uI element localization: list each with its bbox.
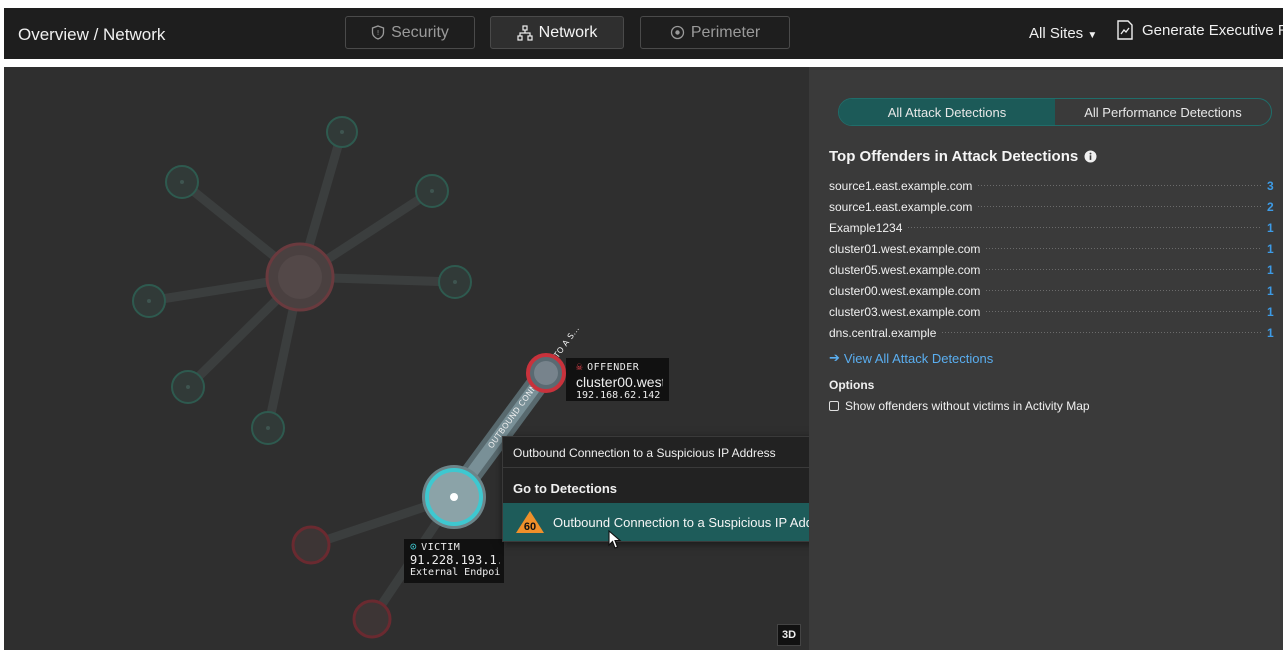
victim-sub: External Endpoi... <box>410 567 500 579</box>
detection-link-row[interactable]: 60 Outbound Connection to a Suspicious I… <box>503 503 809 541</box>
tab-security-label: Security <box>391 23 449 41</box>
offender-host: cluster00.west- <box>576 373 663 390</box>
tab-security[interactable]: ! Security <box>345 16 475 49</box>
leader-dots <box>942 332 1261 333</box>
victim-host: 91.228.193.1... <box>410 553 500 567</box>
toggle-attack-detections[interactable]: All Attack Detections <box>839 99 1055 125</box>
svg-text:60: 60 <box>524 521 536 533</box>
offender-tag[interactable]: ☠ OFFENDER cluster00.west- 192.168.62.142 <box>566 358 669 401</box>
tab-perimeter-label: Perimeter <box>690 23 761 41</box>
offender-row[interactable]: source1.east.example.com 3 <box>829 175 1274 196</box>
breadcrumb[interactable]: Overview / Network <box>18 25 165 45</box>
leader-dots <box>986 248 1261 249</box>
leader-dots <box>986 269 1261 270</box>
offender-count[interactable]: 1 <box>1267 305 1274 319</box>
detections-panel: All Attack Detections All Performance De… <box>809 67 1283 650</box>
generate-report-button[interactable]: Generate Executive Rep <box>1116 20 1283 40</box>
offender-name[interactable]: cluster05.west.example.com <box>829 262 985 277</box>
offender-count[interactable]: 1 <box>1267 221 1274 235</box>
detection-link-label: Outbound Connection to a Suspicious IP A… <box>553 515 809 530</box>
tab-network[interactable]: Network <box>490 16 624 49</box>
network-icon <box>517 24 533 41</box>
info-icon[interactable] <box>1084 150 1097 163</box>
offender-ip: 192.168.62.142 <box>576 389 661 401</box>
show-offenders-checkbox[interactable] <box>829 401 839 411</box>
top-bar: Overview / Network ! Security Network Pe… <box>0 0 1283 67</box>
risk-score-badge: 60 <box>516 511 544 533</box>
offender-row[interactable]: Example1234 1 <box>829 217 1274 238</box>
site-selector-label: All Sites <box>1029 25 1084 42</box>
show-offenders-option[interactable]: Show offenders without victims in Activi… <box>829 399 1090 413</box>
offender-count[interactable]: 2 <box>1267 200 1274 214</box>
offender-count[interactable]: 1 <box>1267 263 1274 277</box>
offender-row[interactable]: cluster00.west.example.com 1 <box>829 280 1274 301</box>
offender-kind: OFFENDER <box>587 361 640 373</box>
toggle-performance-detections[interactable]: All Performance Detections <box>1055 99 1271 125</box>
offender-count[interactable]: 1 <box>1267 242 1274 256</box>
activity-map[interactable]: OUTBOUND CONNECTION TO A S... ☠OFFENDER … <box>4 67 809 650</box>
leader-dots <box>978 185 1261 186</box>
offender-name[interactable]: Example1234 <box>829 220 907 235</box>
mouse-cursor-icon <box>608 530 622 549</box>
detection-popup: Outbound Connection to a Suspicious IP A… <box>502 436 809 542</box>
leader-dots <box>986 311 1261 312</box>
offender-row[interactable]: cluster01.west.example.com 1 <box>829 238 1274 259</box>
offender-count[interactable]: 1 <box>1267 284 1274 298</box>
tab-perimeter[interactable]: Perimeter <box>640 16 790 49</box>
leader-dots <box>908 227 1261 228</box>
generate-report-label: Generate Executive Rep <box>1142 21 1283 39</box>
report-icon <box>1117 20 1133 40</box>
offender-name[interactable]: cluster01.west.example.com <box>829 241 985 256</box>
site-selector[interactable]: All Sites ▼ <box>1029 25 1097 42</box>
top-offenders-title: Top Offenders in Attack Detections <box>829 148 1079 165</box>
offenders-list: source1.east.example.com 3 source1.east.ex… <box>829 175 1274 343</box>
leader-dots <box>978 206 1261 207</box>
popup-title: Outbound Connection to a Suspicious IP A… <box>513 446 776 460</box>
shield-icon: ! <box>371 25 385 40</box>
arrow-right-icon: ➔ <box>829 350 840 365</box>
caret-down-icon: ▼ <box>1087 30 1098 41</box>
offender-name[interactable]: source1.east.example.com <box>829 199 977 214</box>
faded-offender-node <box>352 599 392 639</box>
target-icon: ⊙ <box>410 540 418 553</box>
top-offenders-heading: Top Offenders in Attack Detections <box>829 148 1097 165</box>
popup-divider <box>503 467 809 468</box>
offender-count[interactable]: 1 <box>1267 326 1274 340</box>
victim-tag[interactable]: ⊙VICTIM 91.228.193.1... External Endpoi.… <box>404 539 504 583</box>
show-offenders-label: Show offenders without victims in Activi… <box>845 399 1090 413</box>
offender-count[interactable]: 3 <box>1267 179 1274 193</box>
header: Overview / Network ! Security Network Pe… <box>4 8 1283 59</box>
offender-name[interactable]: cluster03.west.example.com <box>829 304 985 319</box>
view-all-label: View All Attack Detections <box>843 350 994 366</box>
leader-dots <box>986 290 1261 291</box>
faded-offender-node <box>291 525 331 565</box>
detection-type-toggle: All Attack Detections All Performance De… <box>838 98 1272 126</box>
toggle-3d-button[interactable]: 3D <box>777 624 801 646</box>
view-all-attack-detections-link[interactable]: ➔ View All Attack Detections <box>829 350 993 366</box>
offender-row[interactable]: cluster05.west.example.com 1 <box>829 259 1274 280</box>
offender-row[interactable]: dns.central.example 1 <box>829 322 1274 343</box>
tab-network-label: Network <box>538 23 598 41</box>
skull-icon: ☠ <box>576 360 584 373</box>
perimeter-icon <box>670 25 684 40</box>
victim-kind: VICTIM <box>421 541 461 553</box>
popup-goto-heading: Go to Detections <box>513 481 618 496</box>
svg-text:!: ! <box>377 29 380 37</box>
offender-name[interactable]: dns.central.example <box>829 325 941 340</box>
offender-name[interactable]: source1.east.example.com <box>829 178 977 193</box>
options-heading: Options <box>829 378 875 392</box>
offender-name[interactable]: cluster00.west.example.com <box>829 283 985 298</box>
offender-row[interactable]: source1.east.example.com 2 <box>829 196 1274 217</box>
offender-row[interactable]: cluster03.west.example.com 1 <box>829 301 1274 322</box>
